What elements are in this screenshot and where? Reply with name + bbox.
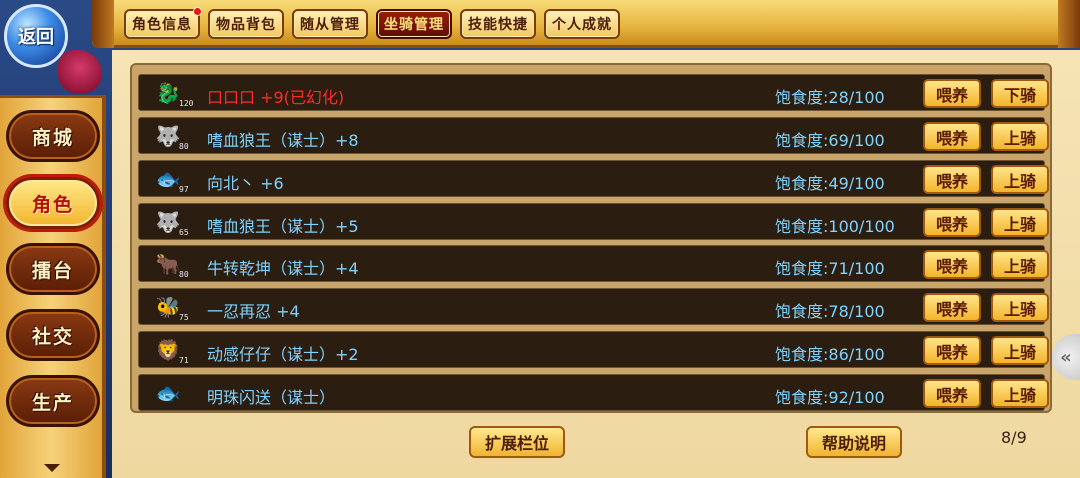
tab-label: 坐骑管理 <box>384 17 444 33</box>
ride-button[interactable]: 上骑 <box>991 336 1049 365</box>
sidebar-item-label: 角色 <box>31 193 74 216</box>
mount-name: 牛转乾坤（谋士）+4 <box>207 259 359 278</box>
ride-button[interactable]: 上骑 <box>991 293 1049 322</box>
mount-level: 71 <box>179 356 189 365</box>
ride-button[interactable]: 上骑 <box>991 208 1049 237</box>
scroll-down-arrow-icon[interactable] <box>44 464 60 472</box>
tab-label: 角色信息 <box>132 17 192 33</box>
tab-label: 随从管理 <box>300 17 360 33</box>
mount-satiety: 饱食度:78/100 <box>775 302 885 321</box>
feed-button[interactable]: 喂养 <box>923 250 981 279</box>
sidebar-item-character[interactable]: 角色 <box>6 177 100 229</box>
sidebar-item-label: 社交 <box>31 325 74 348</box>
mount-list[interactable]: 🐉 120 口口口 +9(已幻化) 饱食度:28/100 喂养 下骑 🐺 80 嗜血狼王（谋士）… <box>130 63 1052 413</box>
tab-inventory[interactable]: 物品背包 <box>208 9 284 39</box>
mount-row[interactable]: 🐺 65 嗜血狼王（谋士）+5 饱食度:100/100 喂养 上骑 <box>138 203 1049 240</box>
mount-level: 75 <box>179 313 189 322</box>
sidebar-item-production[interactable]: 生产 <box>6 375 100 427</box>
feed-button[interactable]: 喂养 <box>923 379 981 408</box>
fish-mount-icon: 🐟 <box>155 381 181 405</box>
feed-button[interactable]: 喂养 <box>923 336 981 365</box>
mount-name: 向北丶 +6 <box>207 174 284 193</box>
mount-name: 明珠闪送（谋士） <box>207 388 336 407</box>
expand-slots-label: 扩展栏位 <box>484 434 549 453</box>
mount-satiety: 饱食度:69/100 <box>775 131 885 150</box>
mount-row[interactable]: 🐟 明珠闪送（谋士） 饱食度:92/100 喂养 上骑 <box>138 374 1049 411</box>
ride-button[interactable]: 上骑 <box>991 165 1049 194</box>
tab-label: 物品背包 <box>216 17 276 33</box>
sidebar-item-label: 擂台 <box>31 259 74 282</box>
mount-row[interactable]: 🐝 75 一忍再忍 +4 饱食度:78/100 喂养 上骑 <box>138 288 1049 325</box>
page-indicator: 8/9 <box>1001 428 1027 447</box>
feed-button[interactable]: 喂养 <box>923 293 981 322</box>
expand-slots-button[interactable]: 扩展栏位 <box>469 426 565 458</box>
sidebar-item-arena[interactable]: 擂台 <box>6 243 100 295</box>
tab-mount-management[interactable]: 坐骑管理 <box>376 9 452 39</box>
notification-dot-icon <box>193 7 202 16</box>
back-button-label: 返回 <box>18 27 54 48</box>
ride-button[interactable]: 上骑 <box>991 250 1049 279</box>
tab-list: 角色信息 物品背包 随从管理 坐骑管理 技能快捷 个人成就 <box>124 7 620 39</box>
mount-satiety: 饱食度:86/100 <box>775 345 885 364</box>
mount-level: 65 <box>179 228 189 237</box>
tab-followers[interactable]: 随从管理 <box>292 9 368 39</box>
sidebar-item-label: 生产 <box>31 391 74 414</box>
mount-name: 嗜血狼王（谋士）+8 <box>207 131 359 150</box>
back-button[interactable]: 返回 <box>4 4 68 68</box>
feed-button[interactable]: 喂养 <box>923 79 981 108</box>
mount-satiety: 饱食度:49/100 <box>775 174 885 193</box>
mount-level: 97 <box>179 185 189 194</box>
mount-satiety: 饱食度:100/100 <box>775 217 895 236</box>
feed-button[interactable]: 喂养 <box>923 122 981 151</box>
sidebar-item-shop[interactable]: 商城 <box>6 110 100 162</box>
tab-achievements[interactable]: 个人成就 <box>544 9 620 39</box>
tassel-decoration <box>58 50 102 94</box>
mount-level: 80 <box>179 270 189 279</box>
mount-satiety: 饱食度:92/100 <box>775 388 885 407</box>
feed-button[interactable]: 喂养 <box>923 208 981 237</box>
tab-character-info[interactable]: 角色信息 <box>124 7 202 39</box>
chevron-left-icon: « <box>1060 346 1072 368</box>
ride-button[interactable]: 上骑 <box>991 122 1049 151</box>
ride-button[interactable]: 上骑 <box>991 379 1049 408</box>
mount-level: 80 <box>179 142 189 151</box>
mount-row[interactable]: 🐺 80 嗜血狼王（谋士）+8 饱食度:69/100 喂养 上骑 <box>138 117 1049 154</box>
sidebar-item-label: 商城 <box>31 126 74 149</box>
sidebar-item-social[interactable]: 社交 <box>6 309 100 361</box>
tab-label: 个人成就 <box>552 17 612 33</box>
mount-level: 120 <box>179 99 194 108</box>
feed-button[interactable]: 喂养 <box>923 165 981 194</box>
tab-skill-shortcuts[interactable]: 技能快捷 <box>460 9 536 39</box>
mount-row[interactable]: 🐂 80 牛转乾坤（谋士）+4 饱食度:71/100 喂养 上骑 <box>138 245 1049 282</box>
mount-name: 口口口 +9(已幻化) <box>207 88 345 107</box>
help-label: 帮助说明 <box>821 434 886 453</box>
mount-name: 一忍再忍 +4 <box>207 302 300 321</box>
help-button[interactable]: 帮助说明 <box>806 426 902 458</box>
mount-row[interactable]: 🐟 97 向北丶 +6 饱食度:49/100 喂养 上骑 <box>138 160 1049 197</box>
mount-satiety: 饱食度:71/100 <box>775 259 885 278</box>
mount-name: 嗜血狼王（谋士）+5 <box>207 217 359 236</box>
mount-row[interactable]: 🐉 120 口口口 +9(已幻化) 饱食度:28/100 喂养 下骑 <box>138 74 1049 111</box>
mount-row[interactable]: 🦁 71 动感仔仔（谋士）+2 饱食度:86/100 喂养 上骑 <box>138 331 1049 368</box>
mount-satiety: 饱食度:28/100 <box>775 88 885 107</box>
ride-button[interactable]: 下骑 <box>991 79 1049 108</box>
tab-label: 技能快捷 <box>468 17 528 33</box>
mount-name: 动感仔仔（谋士）+2 <box>207 345 359 364</box>
